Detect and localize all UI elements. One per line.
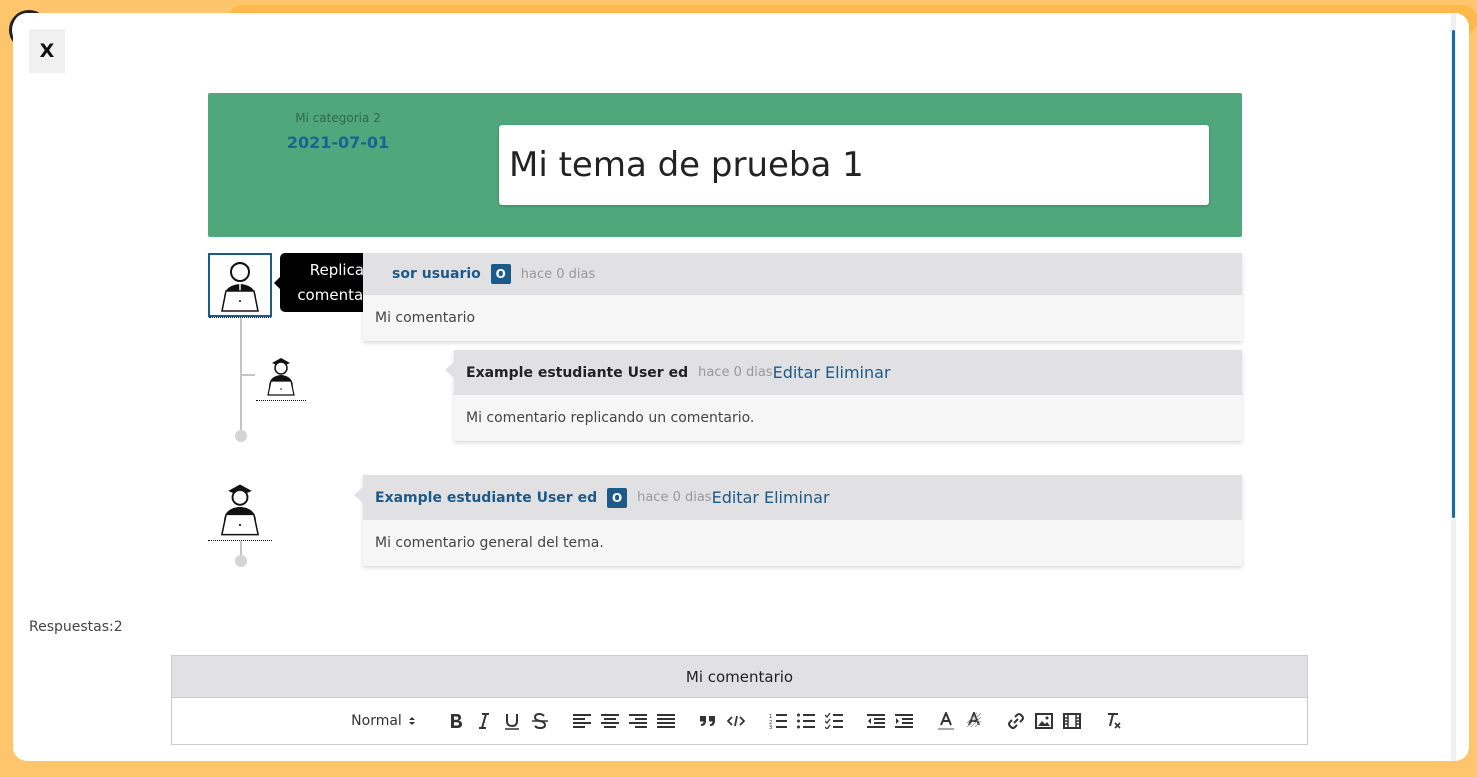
student-reply-avatar[interactable] xyxy=(256,351,306,399)
comment-header: Example estudiante User ed O hace 0 dias… xyxy=(354,475,1242,520)
topic-header: Mi categoria 2 2021-07-01 Mi tema de pru… xyxy=(208,93,1242,237)
editor-title: Mi comentario xyxy=(172,656,1307,698)
align-center-icon[interactable] xyxy=(596,709,624,733)
topic-category: Mi categoria 2 xyxy=(295,111,381,125)
align-justify-icon[interactable] xyxy=(652,709,680,733)
video-icon[interactable] xyxy=(1058,709,1086,733)
close-button[interactable]: X xyxy=(29,29,65,73)
topic-title: Mi tema de prueba 1 xyxy=(499,125,1209,205)
clear-format-icon[interactable] xyxy=(1100,709,1128,733)
tooltip-arrow xyxy=(274,277,280,289)
select-arrows-icon xyxy=(408,717,415,725)
reply-time: hace 0 dias xyxy=(698,365,773,380)
image-icon[interactable] xyxy=(1030,709,1058,733)
topic-date: 2021-07-01 xyxy=(286,133,390,152)
topic-modal: X Mi categoria 2 2021-07-01 Mi tema de p… xyxy=(13,13,1469,761)
format-select[interactable]: Normal xyxy=(351,713,416,729)
check-list-icon[interactable] xyxy=(820,709,848,733)
reply-text: Mi comentario replicando un comentario. xyxy=(454,395,1242,441)
comment-pointer xyxy=(354,487,363,503)
indent-icon[interactable] xyxy=(890,709,918,733)
format-select-value: Normal xyxy=(351,713,402,729)
underline-icon[interactable] xyxy=(498,709,526,733)
editor-toolbar: Normal 123 xyxy=(172,698,1307,744)
comment-card: Example estudiante User ed O hace 0 dias… xyxy=(354,475,1242,566)
comment-card: sor usuario O hace 0 dias Mi comentario xyxy=(363,253,1242,341)
teacher-user-icon xyxy=(221,262,259,312)
avatar-underline xyxy=(256,400,306,401)
thread-line xyxy=(240,318,242,434)
comment-text: Mi comentario xyxy=(363,295,1242,341)
background-color-icon[interactable] xyxy=(960,709,988,733)
comment-time: hace 0 dias xyxy=(637,490,712,505)
comment-editor: Mi comentario Normal 123 xyxy=(171,655,1308,745)
thread-end-dot xyxy=(235,555,247,567)
thread-end-dot xyxy=(235,430,247,442)
reply-author[interactable]: Example estudiante User ed xyxy=(466,365,688,381)
student-avatar[interactable] xyxy=(208,476,272,540)
align-left-icon[interactable] xyxy=(568,709,596,733)
role-badge: O xyxy=(490,264,511,284)
link-icon[interactable] xyxy=(1002,709,1030,733)
student-user-icon xyxy=(267,358,295,396)
blockquote-icon[interactable] xyxy=(694,709,722,733)
delete-comment-link[interactable]: Eliminar xyxy=(764,488,830,507)
edit-comment-link[interactable]: Editar xyxy=(712,488,759,507)
outdent-icon[interactable] xyxy=(862,709,890,733)
reply-pointer xyxy=(445,362,454,378)
teacher-avatar[interactable] xyxy=(208,253,272,317)
bold-icon[interactable] xyxy=(442,709,470,733)
thread-branch xyxy=(241,374,255,376)
svg-text:3: 3 xyxy=(769,725,772,729)
code-icon[interactable] xyxy=(722,709,750,733)
comment-header: sor usuario O hace 0 dias xyxy=(363,253,1242,295)
delete-reply-link[interactable]: Eliminar xyxy=(825,363,891,382)
reply-header: Example estudiante User ed hace 0 dias E… xyxy=(445,350,1242,395)
strike-icon[interactable] xyxy=(526,709,554,733)
text-color-icon[interactable] xyxy=(932,709,960,733)
scrollbar-thumb[interactable] xyxy=(1452,30,1455,518)
ordered-list-icon[interactable]: 123 xyxy=(764,709,792,733)
align-right-icon[interactable] xyxy=(624,709,652,733)
student-user-icon xyxy=(220,484,260,536)
reply-card: Example estudiante User ed hace 0 dias E… xyxy=(445,350,1242,441)
role-badge: O xyxy=(607,487,628,508)
comment-text: Mi comentario general del tema. xyxy=(363,520,1242,566)
comment-time: hace 0 dias xyxy=(520,266,596,282)
comment-author[interactable]: Example estudiante User ed xyxy=(375,490,597,506)
answers-count: Respuestas:2 xyxy=(29,619,123,635)
comment-author[interactable]: sor usuario xyxy=(392,266,481,282)
italic-icon[interactable] xyxy=(470,709,498,733)
edit-reply-link[interactable]: Editar xyxy=(773,363,820,382)
bullet-list-icon[interactable] xyxy=(792,709,820,733)
